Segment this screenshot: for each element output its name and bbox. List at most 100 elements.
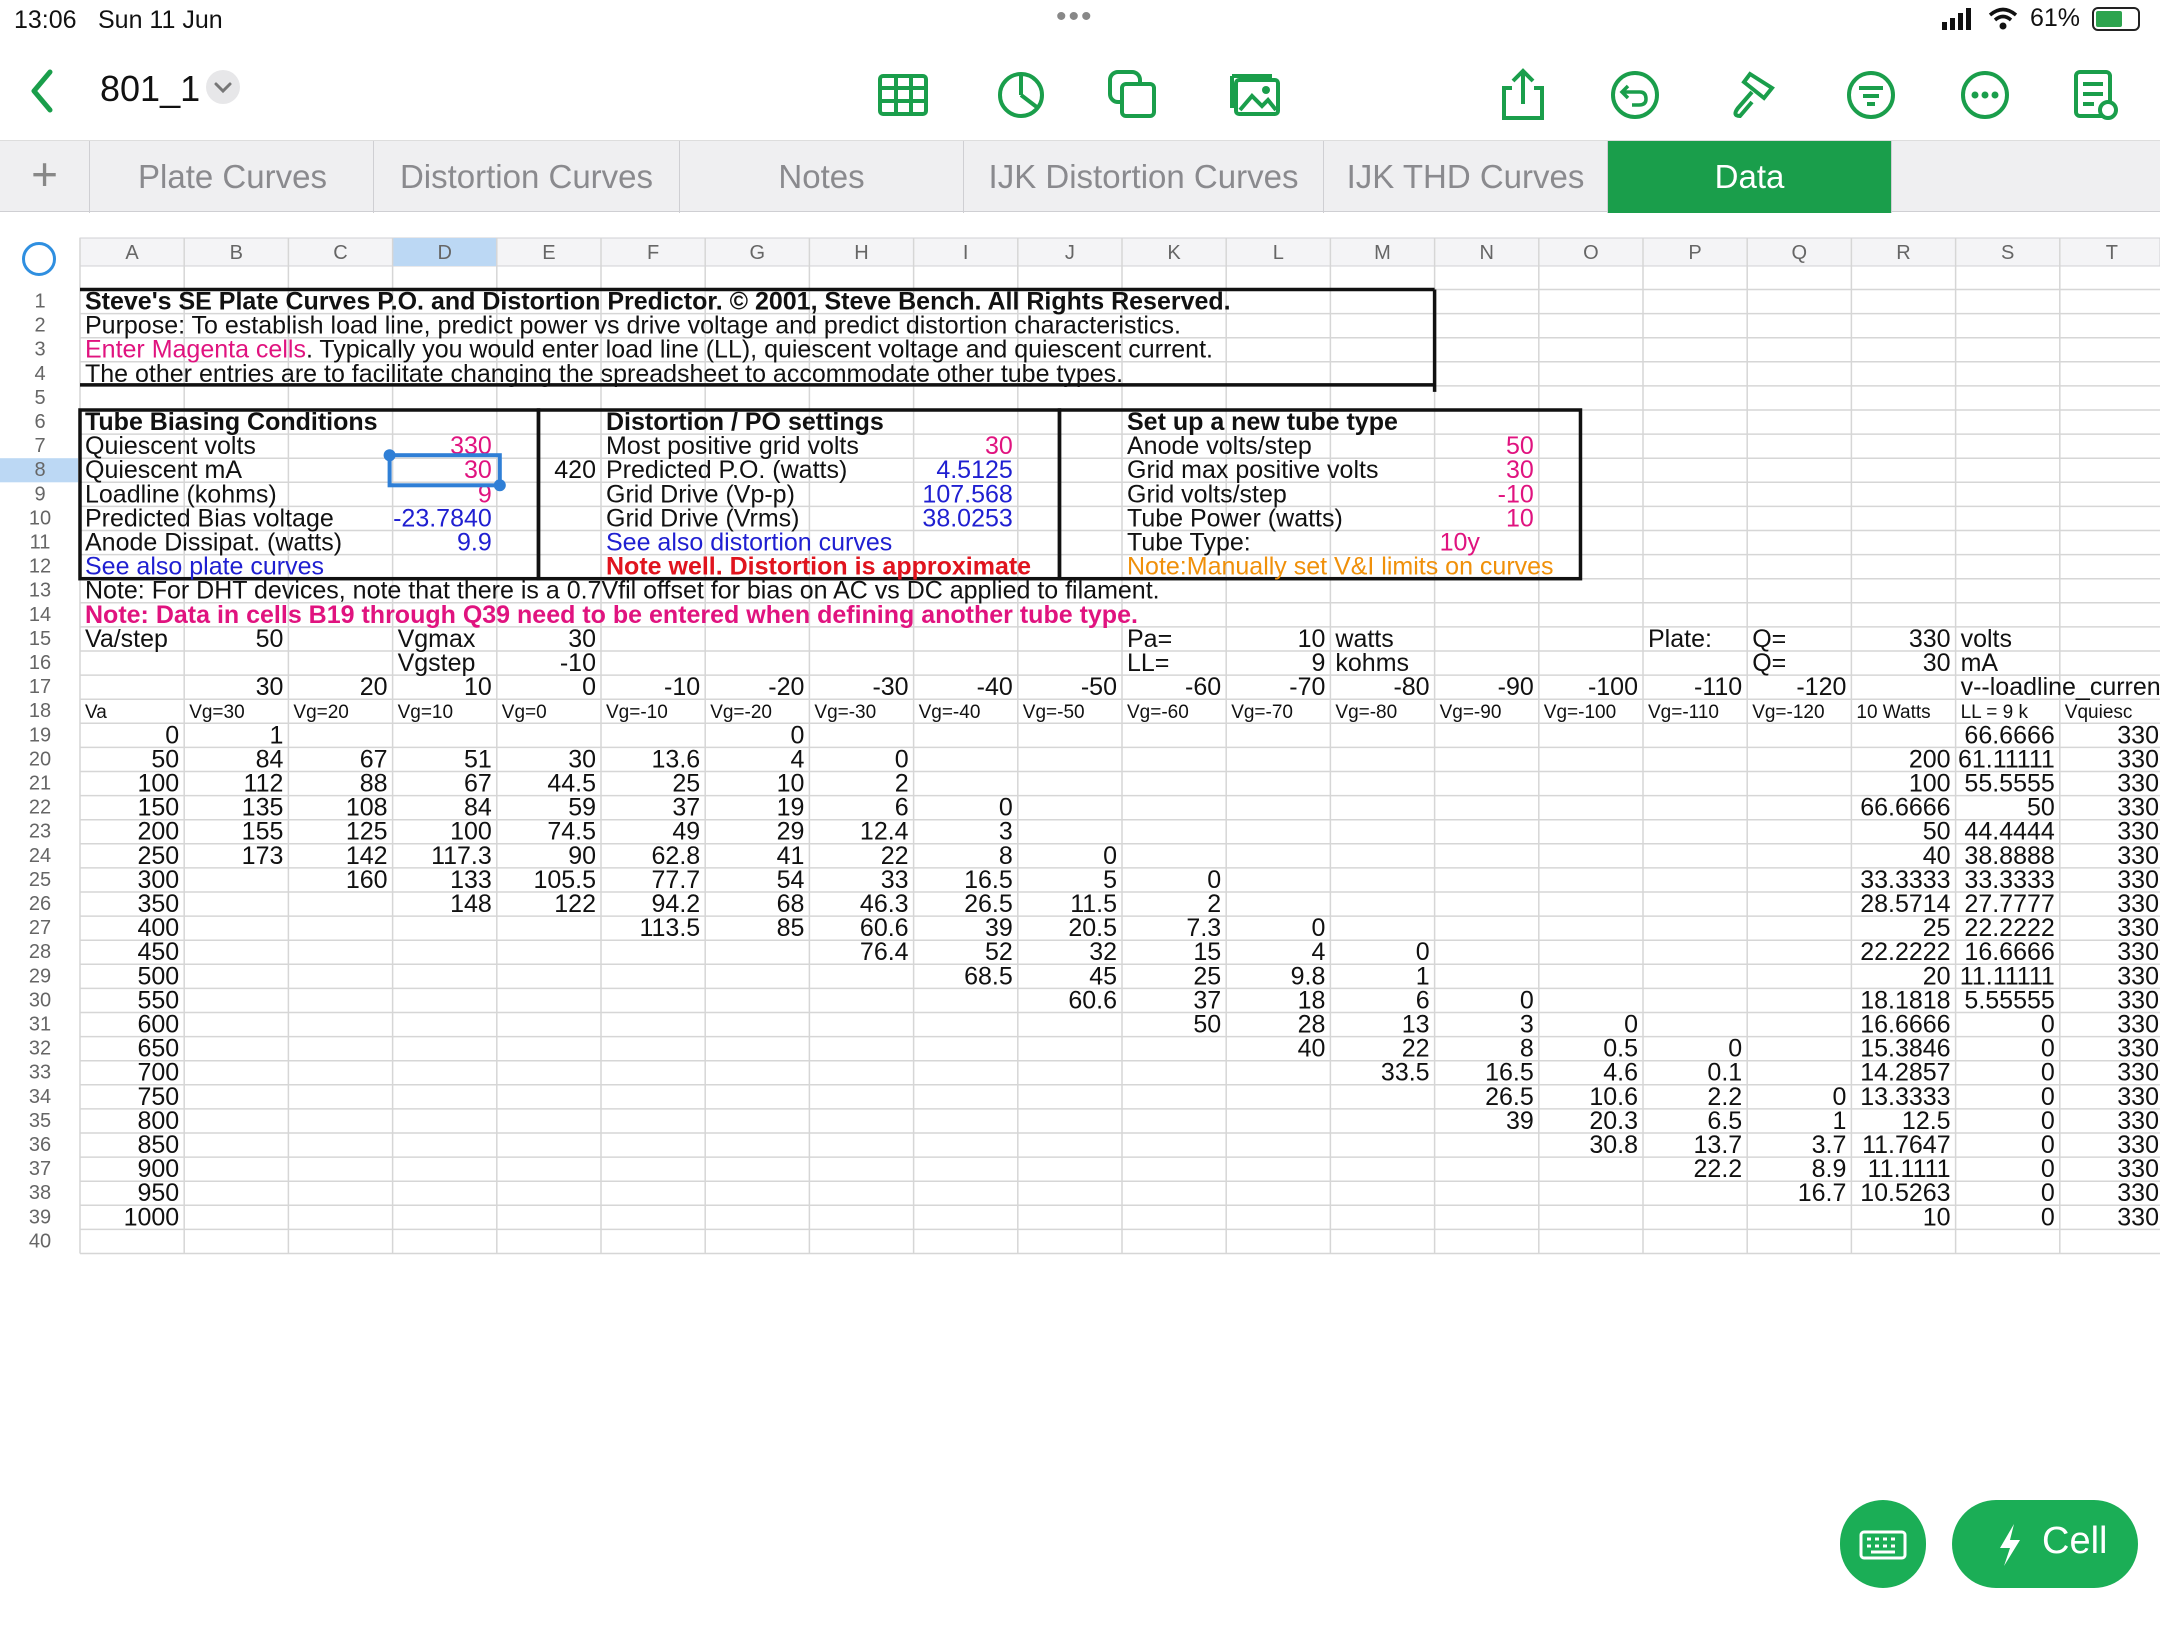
row-header-14[interactable]: 14 bbox=[29, 604, 51, 626]
table-icon[interactable] bbox=[876, 68, 930, 122]
row-header-3[interactable]: 3 bbox=[34, 339, 45, 361]
row-header-37[interactable]: 37 bbox=[29, 1158, 51, 1180]
cell-o17[interactable]: -100 bbox=[1588, 673, 1638, 701]
cell-n17[interactable]: -90 bbox=[1498, 673, 1534, 701]
cell-b18[interactable]: Vg=30 bbox=[189, 702, 244, 723]
row-header-2[interactable]: 2 bbox=[34, 315, 45, 337]
row-header-4[interactable]: 4 bbox=[34, 363, 45, 385]
cell-l18[interactable]: Vg=-70 bbox=[1231, 702, 1293, 723]
cell-d18[interactable]: Vg=10 bbox=[398, 702, 453, 723]
tab-notes[interactable]: Notes bbox=[680, 141, 964, 213]
cell-s18[interactable]: LL = 9 k bbox=[1961, 702, 2029, 723]
cell-d26[interactable]: 148 bbox=[450, 890, 492, 918]
column-header-j[interactable]: J bbox=[1065, 242, 1075, 264]
row-header-1[interactable]: 1 bbox=[34, 291, 45, 313]
cell-h18[interactable]: Vg=-30 bbox=[814, 702, 876, 723]
column-header-e[interactable]: E bbox=[542, 242, 555, 264]
cell-g17[interactable]: -20 bbox=[768, 673, 804, 701]
row-header-39[interactable]: 39 bbox=[29, 1206, 51, 1228]
cell-a18[interactable]: Va bbox=[85, 702, 107, 723]
more-icon[interactable] bbox=[1958, 68, 2012, 122]
row-header-5[interactable]: 5 bbox=[34, 387, 45, 409]
column-header-n[interactable]: N bbox=[1479, 242, 1493, 264]
row-header-33[interactable]: 33 bbox=[29, 1062, 51, 1084]
organize-icon[interactable] bbox=[1844, 68, 1898, 122]
cell-c25[interactable]: 160 bbox=[346, 866, 388, 894]
cell-grid[interactable]: A B C D E F G H I J K L M N O P Q R S T12345678910111213141… bbox=[0, 234, 2160, 1620]
row-header-9[interactable]: 9 bbox=[34, 483, 45, 505]
cell-m18[interactable]: Vg=-80 bbox=[1335, 702, 1397, 723]
tab-ijk-thd-curves[interactable]: IJK THD Curves bbox=[1324, 141, 1608, 213]
document-icon[interactable] bbox=[2068, 68, 2122, 122]
cell-j30[interactable]: 60.6 bbox=[1068, 986, 1117, 1014]
cell-h28[interactable]: 76.4 bbox=[860, 938, 909, 966]
share-icon[interactable] bbox=[1496, 68, 1550, 122]
cell-e18[interactable]: Vg=0 bbox=[502, 702, 547, 723]
cell-p17[interactable]: -110 bbox=[1694, 673, 1742, 701]
undo-icon[interactable] bbox=[1608, 68, 1662, 122]
cell-e26[interactable]: 122 bbox=[554, 890, 596, 918]
column-header-t[interactable]: T bbox=[2106, 242, 2118, 264]
row-header-11[interactable]: 11 bbox=[30, 532, 51, 554]
cell-q16[interactable]: Q= bbox=[1752, 649, 1786, 677]
cell-m17[interactable]: -80 bbox=[1393, 673, 1429, 701]
cell-s39[interactable]: 0 bbox=[2041, 1203, 2055, 1231]
cell-k18[interactable]: Vg=-60 bbox=[1127, 702, 1189, 723]
format-brush-icon[interactable] bbox=[1726, 68, 1780, 122]
cell-i18[interactable]: Vg=-40 bbox=[919, 702, 981, 723]
column-header-f[interactable]: F bbox=[647, 242, 659, 264]
cell-n18[interactable]: Vg=-90 bbox=[1440, 702, 1502, 723]
cell-k12[interactable]: Note:Manually set V&I limits on curves bbox=[1127, 553, 1554, 581]
row-header-31[interactable]: 31 bbox=[29, 1014, 51, 1036]
chart-icon[interactable] bbox=[994, 68, 1048, 122]
add-sheet-icon[interactable]: + bbox=[0, 141, 90, 213]
column-header-l[interactable]: L bbox=[1273, 242, 1284, 264]
row-header-7[interactable]: 7 bbox=[34, 435, 45, 457]
column-header-c[interactable]: C bbox=[333, 242, 347, 264]
row-header-34[interactable]: 34 bbox=[29, 1086, 51, 1108]
cell-h17[interactable]: -30 bbox=[872, 673, 908, 701]
row-header-24[interactable]: 24 bbox=[29, 845, 51, 867]
cell-g18[interactable]: Vg=-20 bbox=[710, 702, 772, 723]
row-header-17[interactable]: 17 bbox=[29, 676, 51, 698]
document-title[interactable]: 801_1 bbox=[100, 68, 200, 110]
cell-q17[interactable]: -120 bbox=[1796, 673, 1846, 701]
back-icon[interactable] bbox=[22, 66, 62, 116]
cell-p37[interactable]: 22.2 bbox=[1694, 1155, 1743, 1183]
cell-a14[interactable]: Note: Data in cells B19 through Q39 need… bbox=[85, 601, 1138, 629]
cell-n10[interactable]: 10 bbox=[1506, 504, 1534, 532]
tab-distortion-curves[interactable]: Distortion Curves bbox=[374, 141, 680, 213]
row-header-38[interactable]: 38 bbox=[29, 1182, 51, 1204]
row-header-26[interactable]: 26 bbox=[29, 893, 51, 915]
row-header-35[interactable]: 35 bbox=[29, 1110, 51, 1132]
row-header-21[interactable]: 21 bbox=[29, 773, 51, 795]
cell-i17[interactable]: -40 bbox=[977, 673, 1013, 701]
cell-q18[interactable]: Vg=-120 bbox=[1752, 702, 1824, 723]
row-header-25[interactable]: 25 bbox=[29, 869, 51, 891]
row-header-40[interactable]: 40 bbox=[29, 1230, 51, 1252]
row-header-29[interactable]: 29 bbox=[29, 965, 51, 987]
tab-ijk-distortion-curves[interactable]: IJK Distortion Curves bbox=[964, 141, 1324, 213]
cell-r39[interactable]: 10 bbox=[1923, 1203, 1951, 1231]
cell-q38[interactable]: 16.7 bbox=[1798, 1179, 1847, 1207]
column-header-q[interactable]: Q bbox=[1792, 242, 1808, 264]
row-header-10[interactable]: 10 bbox=[29, 507, 51, 529]
selection-handle-bottom[interactable] bbox=[493, 479, 506, 492]
row-header-32[interactable]: 32 bbox=[29, 1038, 51, 1060]
cell-k17[interactable]: -60 bbox=[1185, 673, 1221, 701]
cell-f27[interactable]: 113.5 bbox=[639, 914, 700, 942]
column-header-m[interactable]: M bbox=[1374, 242, 1391, 264]
select-all-icon[interactable] bbox=[22, 242, 56, 276]
row-header-28[interactable]: 28 bbox=[29, 941, 51, 963]
keyboard-button[interactable] bbox=[1840, 1500, 1926, 1588]
row-header-23[interactable]: 23 bbox=[29, 821, 51, 843]
row-header-15[interactable]: 15 bbox=[29, 628, 51, 650]
column-header-i[interactable]: I bbox=[963, 242, 969, 264]
media-icon[interactable] bbox=[1228, 68, 1282, 122]
cell-a4[interactable]: The other entries are to facilitate chan… bbox=[85, 360, 1123, 388]
row-header-6[interactable]: 6 bbox=[34, 411, 45, 433]
column-header-r[interactable]: R bbox=[1896, 242, 1910, 264]
column-header-p[interactable]: P bbox=[1688, 242, 1701, 264]
spreadsheet[interactable]: A B C D E F G H I J K L M N O P Q R S T 1 2 3 4 5 6 7 8 9 10 11 12 13 14 1… bbox=[0, 234, 2160, 1620]
selection-handle-top[interactable] bbox=[383, 449, 396, 462]
